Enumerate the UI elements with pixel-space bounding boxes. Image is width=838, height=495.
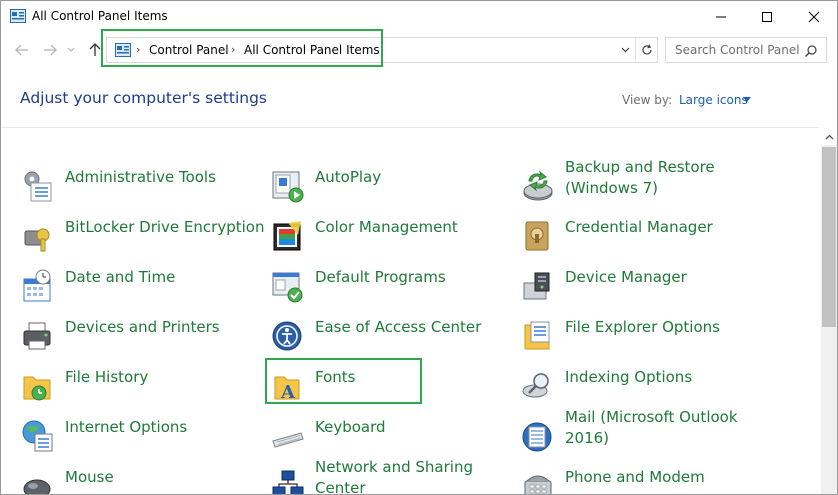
minimize-button[interactable]: [698, 1, 744, 33]
item-label: Ease of Access Center: [315, 318, 482, 336]
item-label: Mouse: [65, 468, 114, 486]
up-arrow-icon: [89, 43, 101, 56]
item-label-line2: Center: [315, 479, 366, 495]
color-management-icon: [273, 221, 301, 251]
mail-icon: [522, 422, 552, 452]
item-indexing-options[interactable]: Indexing Options: [521, 367, 761, 407]
item-label: Mail (Microsoft Outlook: [565, 408, 738, 426]
keyboard-icon: [272, 432, 304, 448]
window-title: All Control Panel Items: [32, 9, 168, 23]
device-manager-icon: [523, 272, 550, 300]
bitlocker-icon: [24, 228, 50, 252]
refresh-icon: [642, 44, 652, 55]
item-file-explorer-options[interactable]: File Explorer Options: [521, 317, 761, 357]
item-label: Devices and Printers: [65, 318, 220, 336]
minimize-icon: [716, 16, 726, 18]
item-label: Backup and Restore: [565, 158, 715, 176]
item-mail[interactable]: Mail (Microsoft Outlook 2016): [521, 408, 761, 457]
forward-arrow-icon: [44, 44, 57, 56]
date-time-icon: [23, 269, 51, 302]
item-phone-and-modem[interactable]: Phone and Modem: [521, 467, 761, 494]
item-label: AutoPlay: [315, 168, 382, 186]
maximize-button[interactable]: [744, 1, 790, 33]
fonts-highlight-box: [265, 358, 422, 404]
item-label: Default Programs: [315, 268, 446, 286]
search-box[interactable]: Search Control Panel: [665, 37, 827, 63]
control-panel-app-icon: [10, 9, 26, 23]
item-keyboard[interactable]: Keyboard: [271, 417, 511, 457]
chevron-down-icon: [621, 47, 629, 53]
close-icon: [808, 11, 820, 23]
item-label-line2: (Windows 7): [565, 179, 658, 197]
item-label: Administrative Tools: [65, 168, 216, 186]
item-ease-of-access[interactable]: Ease of Access Center: [271, 317, 511, 357]
item-label: Device Manager: [565, 268, 687, 286]
item-label: File Explorer Options: [565, 318, 720, 336]
item-label-line2: 2016): [565, 429, 610, 447]
scroll-up-button[interactable]: [821, 129, 837, 145]
internet-options-icon: [22, 420, 53, 452]
default-programs-icon: [272, 272, 303, 303]
back-arrow-icon: [15, 44, 28, 56]
item-device-manager[interactable]: Device Manager: [521, 267, 761, 307]
item-administrative-tools[interactable]: Administrative Tools: [21, 167, 261, 207]
item-label: Keyboard: [315, 418, 386, 436]
item-internet-options[interactable]: Internet Options: [21, 417, 261, 457]
item-label: Internet Options: [65, 418, 188, 436]
view-by-label: View by:: [622, 93, 673, 107]
network-sharing-icon: [272, 470, 304, 494]
item-network-sharing[interactable]: Network and Sharing Center: [271, 458, 511, 495]
back-button[interactable]: [13, 41, 31, 59]
item-label: BitLocker Drive Encryption: [65, 218, 265, 236]
item-date-and-time[interactable]: Date and Time: [21, 267, 261, 307]
item-label: Credential Manager: [565, 218, 713, 236]
address-dropdown-button[interactable]: [615, 38, 635, 62]
scrollbar-thumb[interactable]: [822, 147, 836, 327]
item-bitlocker[interactable]: BitLocker Drive Encryption: [21, 217, 265, 257]
credential-manager-icon: [525, 221, 549, 251]
chevron-down-icon: [67, 47, 75, 52]
item-mouse[interactable]: Mouse: [21, 467, 261, 494]
mouse-icon: [23, 479, 51, 494]
autoplay-icon: [272, 171, 304, 203]
item-label: Phone and Modem: [565, 468, 705, 486]
caret-down-icon[interactable]: [743, 97, 751, 102]
ease-of-access-icon: [272, 321, 302, 351]
item-file-history[interactable]: File History: [21, 367, 261, 407]
item-credential-manager[interactable]: Credential Manager: [521, 217, 761, 257]
item-devices-and-printers[interactable]: Devices and Printers: [21, 317, 261, 357]
page-title: Adjust your computer's settings: [20, 89, 267, 107]
item-label: File History: [65, 368, 149, 386]
item-color-management[interactable]: Color Management: [271, 217, 511, 257]
item-label: Network and Sharing: [315, 458, 473, 476]
file-history-icon: [23, 376, 51, 401]
view-by-dropdown[interactable]: Large icons: [679, 93, 748, 107]
search-icon[interactable]: [804, 44, 818, 58]
item-backup-and-restore[interactable]: Backup and Restore (Windows 7): [521, 158, 761, 207]
maximize-icon: [762, 12, 772, 22]
close-button[interactable]: [791, 1, 837, 33]
item-label: Indexing Options: [565, 368, 693, 386]
forward-button[interactable]: [41, 41, 59, 59]
address-highlight-box: [101, 29, 383, 67]
control-panel-window: All Control Panel Items › Control Panel …: [0, 0, 838, 495]
file-explorer-options-icon: [524, 321, 550, 350]
recent-locations-button[interactable]: [65, 41, 77, 59]
printer-icon: [23, 322, 51, 350]
phone-modem-icon: [524, 475, 552, 494]
indexing-options-icon: [522, 373, 549, 398]
chevron-up-icon: [825, 134, 833, 140]
admin-tools-icon: [24, 171, 52, 202]
item-label: Date and Time: [65, 268, 176, 286]
item-default-programs[interactable]: Default Programs: [271, 267, 511, 307]
backup-restore-icon: [523, 170, 553, 201]
header-divider: [1, 127, 819, 128]
search-input[interactable]: Search Control Panel: [675, 43, 800, 57]
item-label: Color Management: [315, 218, 458, 236]
item-autoplay[interactable]: AutoPlay: [271, 167, 511, 207]
refresh-button[interactable]: [635, 38, 658, 62]
